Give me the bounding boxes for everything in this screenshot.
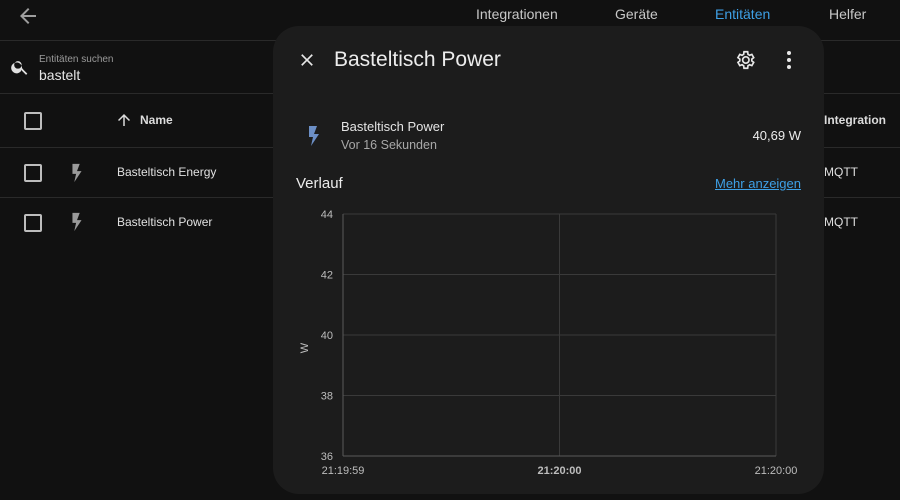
search-input-label: Entitäten suchen [39, 54, 114, 65]
y-tick-label: 40 [321, 330, 333, 342]
gear-icon[interactable] [734, 49, 756, 71]
table-row-integration: MQTT [824, 215, 858, 229]
y-tick-label: 38 [321, 391, 333, 403]
y-axis-label: W [299, 342, 311, 353]
tab-devices[interactable]: Geräte [615, 6, 658, 22]
table-row-integration: MQTT [824, 165, 858, 179]
table-row-name[interactable]: Basteltisch Power [117, 215, 212, 229]
entity-name: Basteltisch Power [341, 119, 445, 134]
flash-icon [309, 126, 319, 146]
history-chart: W 36 38 40 42 44 21:19:59 21:20:00 21:20:00 [299, 209, 798, 477]
row-checkbox[interactable] [24, 164, 42, 182]
history-title: Verlauf [296, 175, 343, 192]
table-row-name[interactable]: Basteltisch Energy [117, 165, 216, 179]
close-icon[interactable] [297, 50, 317, 70]
more-vertical-icon[interactable] [782, 49, 796, 71]
tab-integrations[interactable]: Integrationen [476, 6, 558, 22]
flash-icon [72, 163, 82, 183]
flash-icon [72, 212, 82, 232]
y-tick-label: 36 [321, 451, 333, 463]
search-icon [11, 61, 28, 75]
search-input[interactable]: bastelt [39, 67, 80, 83]
row-checkbox[interactable] [24, 214, 42, 232]
show-more-link[interactable]: Mehr anzeigen [715, 176, 801, 191]
x-tick-label: 21:19:59 [322, 465, 365, 477]
entity-last-changed: Vor 16 Sekunden [341, 138, 437, 152]
tab-helpers[interactable]: Helfer [829, 6, 866, 22]
tab-entities[interactable]: Entitäten [715, 6, 770, 22]
x-tick-label: 21:20:00 [755, 465, 798, 477]
dialog-title: Basteltisch Power [334, 48, 501, 71]
y-tick-label: 44 [321, 209, 333, 221]
column-header-name[interactable]: Name [140, 113, 173, 127]
y-tick-label: 42 [321, 270, 333, 282]
x-tick-label: 21:20:00 [537, 465, 581, 477]
entity-state-value: 40,69 W [752, 128, 801, 143]
arrow-up-icon[interactable] [115, 111, 133, 129]
entity-dialog: Basteltisch Power Basteltisch Power Vor … [273, 26, 824, 494]
select-all-checkbox[interactable] [24, 112, 42, 130]
column-header-integration[interactable]: Integration [824, 113, 886, 127]
